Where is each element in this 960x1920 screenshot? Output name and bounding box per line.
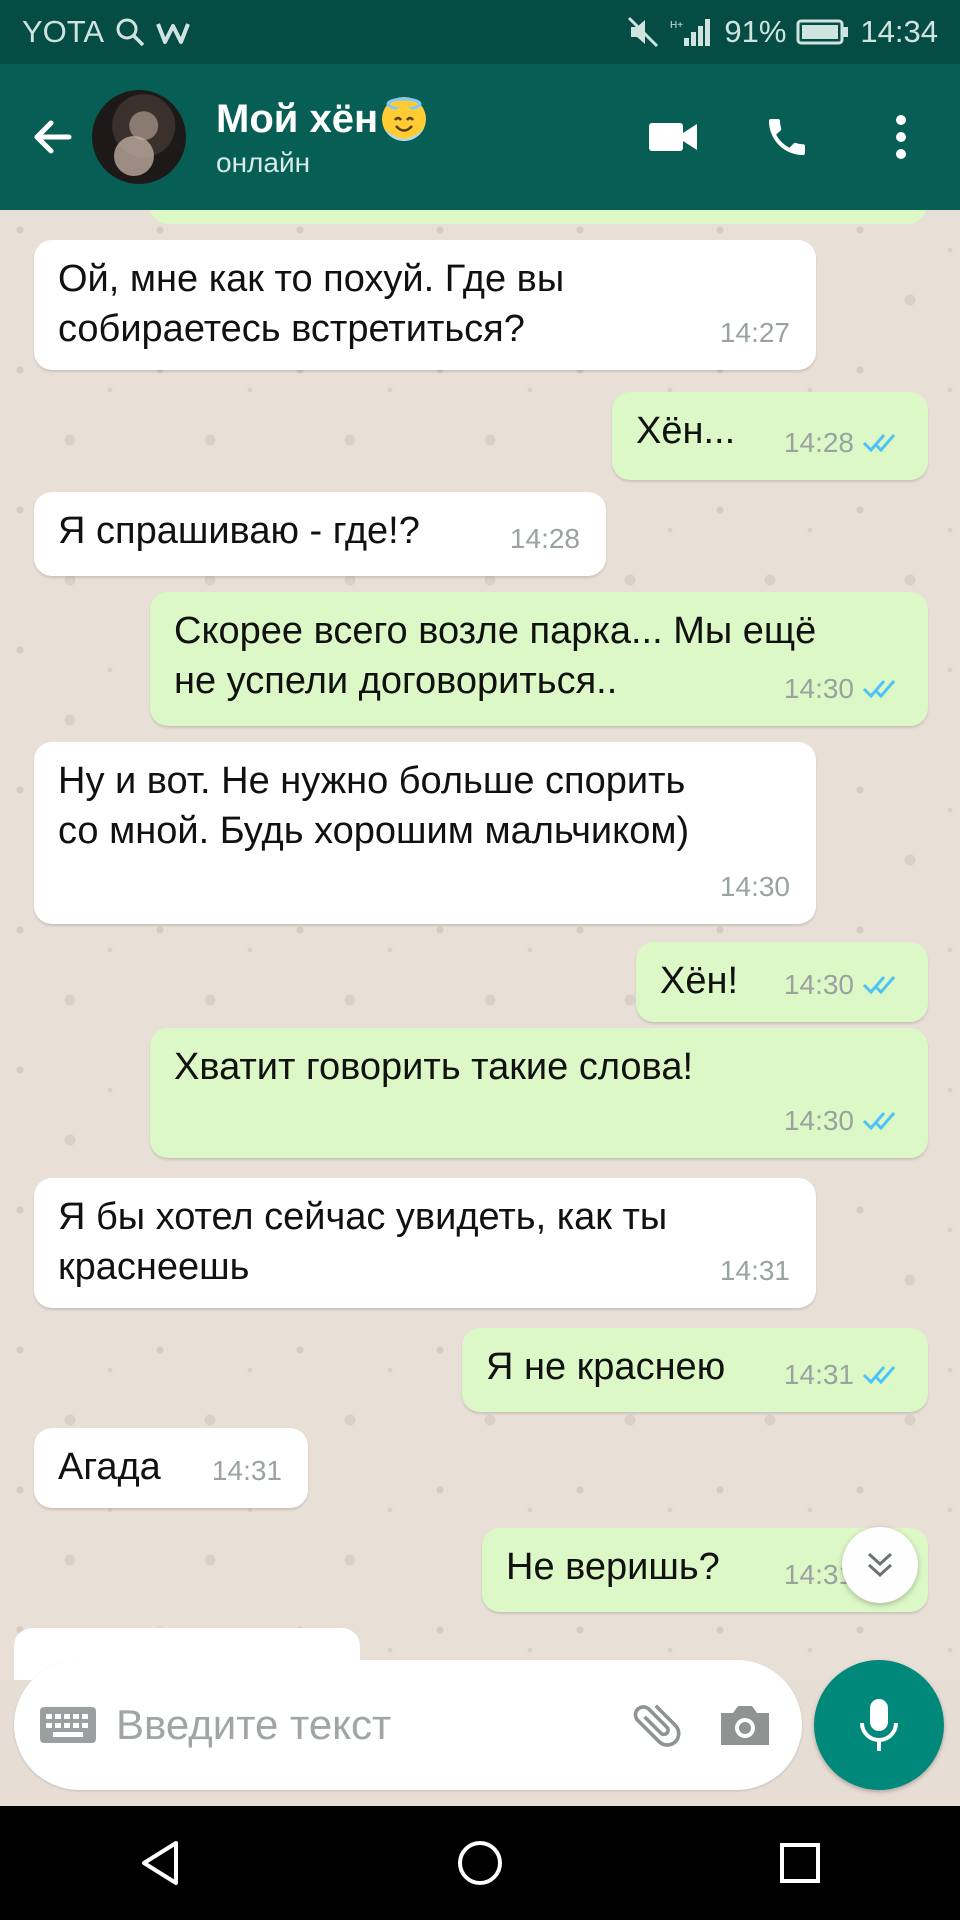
message-text: Я не краснею bbox=[486, 1346, 726, 1388]
system-nav-bar bbox=[0, 1806, 960, 1920]
battery-percent: 91% bbox=[724, 14, 787, 49]
contact-status: онлайн bbox=[216, 147, 311, 178]
carrier-label: YOTA bbox=[22, 14, 105, 49]
message-bubble-incoming[interactable]: Ну и вот. Не нужно больше спорить со мно… bbox=[34, 742, 816, 924]
message-time: 14:30 bbox=[783, 1105, 854, 1136]
nav-recents-icon[interactable] bbox=[755, 1818, 845, 1908]
svg-text:H+: H+ bbox=[670, 20, 683, 31]
message-time: 14:31 bbox=[783, 1359, 854, 1390]
message-text: Я спрашиваю - где!? bbox=[58, 510, 420, 552]
message-text: Хватит говорить такие слова! bbox=[174, 1046, 694, 1088]
message-list[interactable]: Ой, мне как то похуй. Где вы собираетесь… bbox=[0, 210, 960, 1680]
phone-icon[interactable] bbox=[750, 100, 824, 174]
double-chevron-down-icon bbox=[867, 1552, 893, 1578]
message-bubble-incoming[interactable]: Ой, мне как то похуй. Где вы собираетесь… bbox=[34, 240, 816, 370]
video-call-icon[interactable] bbox=[636, 100, 710, 174]
app-notification-icon bbox=[156, 18, 190, 46]
message-time: 14:28 bbox=[509, 523, 580, 554]
read-ticks-icon bbox=[862, 431, 902, 455]
message-time: 14:30 bbox=[719, 871, 790, 902]
read-ticks-icon bbox=[862, 677, 902, 701]
read-ticks-icon bbox=[862, 1109, 902, 1133]
camera-icon[interactable] bbox=[710, 1690, 780, 1760]
message-time: 14:30 bbox=[783, 969, 854, 1000]
battery-icon bbox=[796, 18, 850, 46]
more-vert-icon[interactable] bbox=[864, 100, 938, 174]
microphone-icon bbox=[860, 1699, 898, 1751]
back-arrow-icon[interactable] bbox=[18, 102, 88, 172]
message-composer[interactable]: Введите текст bbox=[14, 1660, 802, 1790]
contact-info[interactable]: Мой хён онлайн bbox=[216, 95, 427, 179]
chat-header: Мой хён онлайн bbox=[0, 64, 960, 210]
message-time: 14:30 bbox=[783, 673, 854, 704]
message-bubble-incoming[interactable]: Я спрашиваю - где!? 14:28 bbox=[34, 492, 606, 576]
nav-back-icon[interactable] bbox=[115, 1818, 205, 1908]
message-text: Хён! bbox=[660, 960, 739, 1002]
message-text: Ну и вот. Не нужно больше спорить со мно… bbox=[58, 760, 690, 852]
scroll-to-bottom-button[interactable] bbox=[842, 1527, 918, 1603]
message-text: Ой, мне как то похуй. Где вы собираетесь… bbox=[58, 258, 565, 350]
previous-message-bubble bbox=[150, 210, 926, 224]
keyboard-icon[interactable] bbox=[36, 1693, 100, 1757]
message-bubble-outgoing[interactable]: Хён... 14:28 bbox=[612, 392, 928, 480]
message-text: Хён... bbox=[636, 410, 736, 452]
read-ticks-icon bbox=[862, 973, 902, 997]
message-bubble-outgoing[interactable]: Скорее всего возле парка... Мы ещё не ус… bbox=[150, 592, 928, 726]
smiling-face-with-halo-icon bbox=[382, 97, 427, 141]
message-bubble-incoming[interactable]: Агада 14:31 bbox=[34, 1428, 308, 1508]
signal-icon: H+ bbox=[670, 16, 714, 48]
message-text: Агада bbox=[58, 1446, 161, 1488]
message-time: 14:28 bbox=[783, 427, 854, 458]
read-ticks-icon bbox=[862, 1363, 902, 1387]
microphone-button[interactable] bbox=[814, 1660, 944, 1790]
message-input[interactable]: Введите текст bbox=[116, 1701, 604, 1749]
message-bubble-outgoing[interactable]: Я не краснею 14:31 bbox=[462, 1328, 928, 1412]
message-text: Я бы хотел сейчас увидеть, как ты красне… bbox=[58, 1196, 668, 1288]
message-time: 14:27 bbox=[719, 317, 790, 348]
message-time: 14:31 bbox=[211, 1455, 282, 1486]
contact-avatar[interactable] bbox=[92, 90, 186, 184]
search-status-icon bbox=[114, 16, 146, 48]
message-text: Скорее всего возле парка... Мы ещё не ус… bbox=[174, 610, 817, 702]
message-text: Не веришь? bbox=[506, 1546, 720, 1588]
message-bubble-incoming[interactable]: Я бы хотел сейчас увидеть, как ты красне… bbox=[34, 1178, 816, 1308]
attach-icon[interactable] bbox=[622, 1690, 692, 1760]
message-bubble-outgoing[interactable]: Хватит говорить такие слова! 14:30 bbox=[150, 1028, 928, 1158]
message-time: 14:31 bbox=[719, 1255, 790, 1286]
status-bar: YOTA H+ 91% 14:34 bbox=[0, 0, 960, 64]
contact-name: Мой хён bbox=[216, 97, 379, 141]
message-bubble-outgoing[interactable]: Хён! 14:30 bbox=[636, 942, 928, 1022]
mute-icon bbox=[626, 15, 660, 49]
status-time: 14:34 bbox=[860, 14, 938, 49]
nav-home-icon[interactable] bbox=[435, 1818, 525, 1908]
